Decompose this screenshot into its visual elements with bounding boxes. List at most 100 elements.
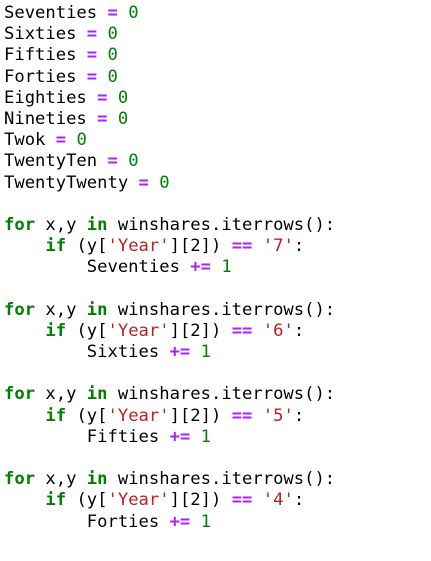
code-line[interactable]: Forties = 0	[4, 67, 431, 88]
code-token: TwentyTwenty	[4, 172, 139, 193]
code-line[interactable]: if (y['Year'][2]) == '6':	[4, 321, 431, 342]
code-token: ==	[231, 320, 253, 341]
blank-line[interactable]	[4, 278, 431, 299]
code-token: if	[45, 236, 67, 257]
code-line[interactable]: for x,y in winshares.iterrows():	[4, 469, 431, 490]
code-line[interactable]: Seventies += 1	[4, 257, 431, 278]
code-token: =	[107, 3, 118, 23]
code-token: 'Year'	[107, 490, 170, 511]
code-token: =	[138, 172, 149, 193]
code-token: x,y	[35, 469, 87, 490]
code-token: 0	[128, 3, 139, 23]
code-line[interactable]: for x,y in winshares.iterrows():	[4, 300, 431, 321]
code-token: Nineties	[4, 108, 98, 129]
code-token: =	[97, 108, 108, 129]
code-token: x,y	[35, 384, 87, 405]
blank-line[interactable]	[4, 363, 431, 384]
code-token: :	[293, 490, 305, 511]
code-token: ][2])	[169, 490, 232, 511]
code-token: Fifties	[4, 45, 87, 66]
code-line[interactable]: TwentyTwenty = 0	[4, 173, 431, 194]
code-token: (y[	[66, 320, 108, 341]
code-token: ][2])	[169, 320, 232, 341]
code-line[interactable]: if (y['Year'][2]) == '7':	[4, 236, 431, 257]
code-token: ==	[231, 405, 253, 426]
code-token: =	[86, 24, 98, 45]
code-token: '4'	[262, 490, 294, 511]
code-token: winshares.iterrows():	[107, 469, 336, 490]
code-token: (y[	[66, 236, 108, 257]
code-token: winshares.iterrows():	[107, 214, 336, 235]
code-token: :	[293, 405, 305, 426]
code-token: 0	[128, 151, 139, 172]
code-token: +=	[169, 342, 191, 362]
code-token: =	[86, 66, 98, 87]
code-token: +=	[190, 257, 211, 278]
code-token: ][2])	[169, 405, 232, 426]
blank-line[interactable]	[4, 448, 431, 469]
code-editor[interactable]: Seventies = 0 Sixties = 0 Fifties = 0 Forti…	[0, 0, 431, 561]
code-token: 'Year'	[107, 236, 170, 257]
code-token: winshares.iterrows():	[107, 299, 336, 320]
code-token: x,y	[35, 299, 87, 320]
code-line[interactable]: Eighties = 0	[4, 88, 431, 109]
code-token: 0	[159, 172, 170, 193]
code-token: 'Year'	[107, 405, 170, 426]
code-line[interactable]: Fifties = 0	[4, 45, 431, 66]
code-token: 0	[107, 45, 118, 66]
code-token: :	[293, 236, 305, 257]
code-line[interactable]: Seventies = 0	[4, 3, 431, 24]
code-line[interactable]: Sixties += 1	[4, 342, 431, 363]
code-token: =	[107, 151, 118, 172]
code-token: '6'	[262, 320, 294, 341]
code-token: 0	[107, 66, 118, 87]
code-line[interactable]: for x,y in winshares.iterrows():	[4, 215, 431, 236]
code-token: Twok	[4, 130, 56, 151]
code-line[interactable]: Nineties = 0	[4, 109, 431, 130]
code-line[interactable]: if (y['Year'][2]) == '4':	[4, 490, 431, 511]
code-token: 0	[76, 130, 87, 151]
code-token: in	[86, 299, 108, 320]
code-line[interactable]: Sixties = 0	[4, 24, 431, 45]
code-token: Forties	[4, 66, 87, 87]
code-token: 0	[117, 87, 129, 108]
code-token: (y[	[66, 490, 108, 511]
code-token: winshares.iterrows():	[107, 384, 336, 405]
code-line[interactable]: Fifties += 1	[4, 427, 431, 448]
code-token: '5'	[262, 405, 294, 426]
code-token: in	[86, 214, 108, 235]
code-token: Eighties	[4, 87, 98, 108]
code-token: if	[45, 405, 67, 426]
code-line[interactable]: if (y['Year'][2]) == '5':	[4, 406, 431, 427]
code-token: =	[86, 45, 98, 66]
code-line[interactable]: for x,y in winshares.iterrows():	[4, 384, 431, 405]
code-token: ][2])	[169, 236, 232, 257]
code-token: =	[97, 87, 108, 108]
code-line[interactable]: Forties += 1	[4, 512, 431, 533]
code-token: :	[293, 320, 305, 341]
blank-line[interactable]	[4, 194, 431, 215]
code-token: =	[55, 130, 67, 151]
code-token: for	[4, 469, 36, 490]
code-token: 1	[221, 257, 232, 278]
code-token: TwentyTen	[4, 151, 108, 172]
code-line[interactable]: TwentyTen = 0	[4, 151, 431, 172]
code-token: Seventies	[4, 257, 191, 278]
code-token: for	[4, 214, 36, 235]
code-line[interactable]: Twok = 0	[4, 130, 431, 151]
